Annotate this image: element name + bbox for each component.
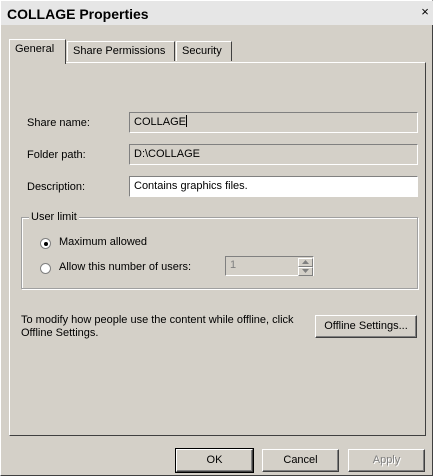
close-button[interactable]: × xyxy=(418,5,432,19)
spin-up-button xyxy=(298,258,313,267)
cancel-button[interactable]: Cancel xyxy=(262,449,339,472)
text-caret xyxy=(185,115,187,127)
allow-number-radio[interactable] xyxy=(40,263,51,274)
share-name-field[interactable]: COLLAGE xyxy=(129,112,418,133)
spin-down-icon xyxy=(302,269,309,273)
user-limit-group xyxy=(21,217,418,289)
folder-path-label: Folder path: xyxy=(27,149,86,161)
folder-path-value: D:\COLLAGE xyxy=(134,148,201,160)
folder-path-field: D:\COLLAGE xyxy=(129,144,418,165)
maximum-allowed-label[interactable]: Maximum allowed xyxy=(59,236,147,248)
allow-number-label[interactable]: Allow this number of users: xyxy=(59,261,191,273)
user-count-value: 1 xyxy=(230,259,237,271)
description-value: Contains graphics files. xyxy=(134,180,248,192)
maximum-allowed-radio[interactable] xyxy=(40,238,51,249)
tab-general[interactable]: General xyxy=(9,39,66,64)
window-title: COLLAGE Properties xyxy=(7,6,149,22)
description-input[interactable]: Contains graphics files. xyxy=(129,176,418,197)
spin-up-icon xyxy=(302,260,309,264)
description-label: Description: xyxy=(27,181,86,193)
title-bar: COLLAGE Properties × xyxy=(1,1,433,25)
share-name-value: COLLAGE xyxy=(134,116,186,128)
share-name-label: Share name: xyxy=(27,117,90,129)
offline-description: To modify how people use the content whi… xyxy=(21,314,294,339)
user-limit-legend: User limit xyxy=(29,211,79,223)
apply-button: Apply xyxy=(348,449,425,472)
radio-selected-dot xyxy=(44,242,48,246)
spin-down-button xyxy=(298,267,313,276)
tab-share-permissions[interactable]: Share Permissions xyxy=(67,41,175,61)
offline-settings-button[interactable]: Offline Settings... xyxy=(315,315,417,338)
properties-dialog: COLLAGE Properties × General Share Permi… xyxy=(0,0,433,476)
tab-security[interactable]: Security xyxy=(176,41,232,61)
ok-button[interactable]: OK xyxy=(175,448,254,473)
